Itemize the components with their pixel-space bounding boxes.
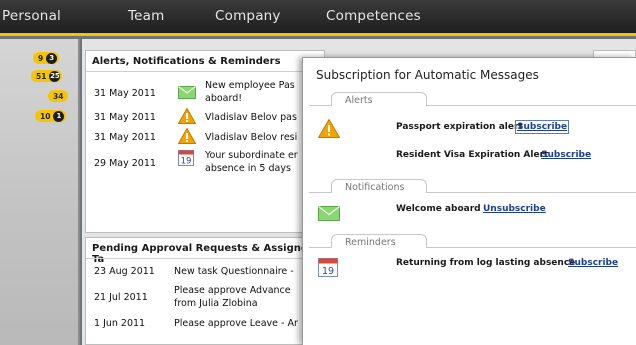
counter-badge[interactable]: 51 25 xyxy=(31,70,63,82)
calendar-icon: 19 xyxy=(318,258,338,281)
section-tab-reminders: Reminders xyxy=(331,234,427,248)
counter-yellow-count: 34 xyxy=(53,91,64,101)
warning-icon xyxy=(317,118,341,142)
calendar-icon: 19 xyxy=(178,150,194,170)
subscription-dialog: Subscription for Automatic Messages Aler… xyxy=(302,57,636,345)
returning-label: Returning from log lasting absence xyxy=(396,258,576,268)
visa-alert-label: Resident Visa Expiration Alert xyxy=(396,150,549,160)
welcome-label: Welcome aboard xyxy=(396,204,481,214)
section-tab-notifications: Notifications xyxy=(331,179,427,193)
alert-text[interactable]: Your subordinate er xyxy=(205,150,298,161)
counter-yellow-count: 51 xyxy=(36,71,47,81)
dialog-title: Subscription for Automatic Messages xyxy=(316,68,539,82)
nav-tab-personal[interactable]: Personal xyxy=(2,8,61,24)
alert-text[interactable]: New employee Pas xyxy=(205,80,295,91)
request-text-continued: from Julia Zlobina xyxy=(174,298,258,309)
counter-badge[interactable]: 10 1 xyxy=(35,110,67,122)
counter-badge[interactable]: 34 xyxy=(48,90,69,102)
section-tab-alerts: Alerts xyxy=(331,92,427,106)
alerts-panel: Alerts, Notifications & Reminders 31 May… xyxy=(85,50,326,233)
counter-yellow-count: 10 xyxy=(40,111,51,121)
alert-text[interactable]: Vladislav Belov resi xyxy=(205,132,297,143)
pending-panel-title: Pending Approval Requests & Assigned Ta xyxy=(92,243,315,265)
counter-dark-count: 3 xyxy=(46,52,58,64)
welcome-unsubscribe-link[interactable]: Unsubscribe xyxy=(483,204,546,214)
passport-alert-label: Passport expiration alert xyxy=(396,122,523,132)
counter-dark-count: 25 xyxy=(49,70,61,82)
alert-date: 29 May 2011 xyxy=(94,158,156,169)
envelope-icon xyxy=(318,205,340,225)
passport-subscribe-link[interactable]: Subscribe xyxy=(514,120,570,134)
alert-date: 31 May 2011 xyxy=(94,132,156,143)
returning-subscribe-link[interactable]: Subscribe xyxy=(568,258,618,268)
svg-text:19: 19 xyxy=(181,157,192,167)
alert-date: 31 May 2011 xyxy=(94,112,156,123)
alert-text[interactable]: Vladislav Belov pas xyxy=(205,112,297,123)
nav-tab-team[interactable]: Team xyxy=(128,8,164,24)
nav-tab-competences[interactable]: Competences xyxy=(326,8,421,24)
envelope-icon xyxy=(178,84,196,103)
alerts-panel-title: Alerts, Notifications & Reminders xyxy=(92,56,281,67)
pending-requests-panel: Pending Approval Requests & Assigned Ta … xyxy=(85,237,326,345)
request-date: 1 Jun 2011 xyxy=(94,318,146,329)
counter-dark-count: 1 xyxy=(53,110,65,122)
visa-subscribe-link[interactable]: Subscribe xyxy=(541,150,591,160)
request-date: 23 Aug 2011 xyxy=(94,266,155,277)
warning-icon xyxy=(177,107,197,128)
nav-tab-company[interactable]: Company xyxy=(215,8,281,24)
left-sidebar: 9 3 51 25 34 10 1 xyxy=(0,39,80,345)
counter-badge[interactable]: 9 3 xyxy=(33,52,60,64)
request-text[interactable]: New task Questionnaire - xyxy=(174,266,294,277)
alert-text-continued: absence in 5 days xyxy=(205,163,291,174)
request-text[interactable]: Please approve Leave - Ar xyxy=(174,318,298,329)
counter-yellow-count: 9 xyxy=(38,53,44,63)
divider xyxy=(86,258,326,259)
top-navigation-bar: Personal Team Company Competences xyxy=(0,0,636,36)
request-text[interactable]: Please approve Advance xyxy=(174,285,291,296)
svg-text:19: 19 xyxy=(322,266,334,277)
request-date: 21 Jul 2011 xyxy=(94,292,148,303)
warning-icon xyxy=(177,127,197,148)
alert-text-continued: aboard! xyxy=(205,93,243,104)
alert-date: 31 May 2011 xyxy=(94,88,156,99)
divider xyxy=(86,71,326,72)
